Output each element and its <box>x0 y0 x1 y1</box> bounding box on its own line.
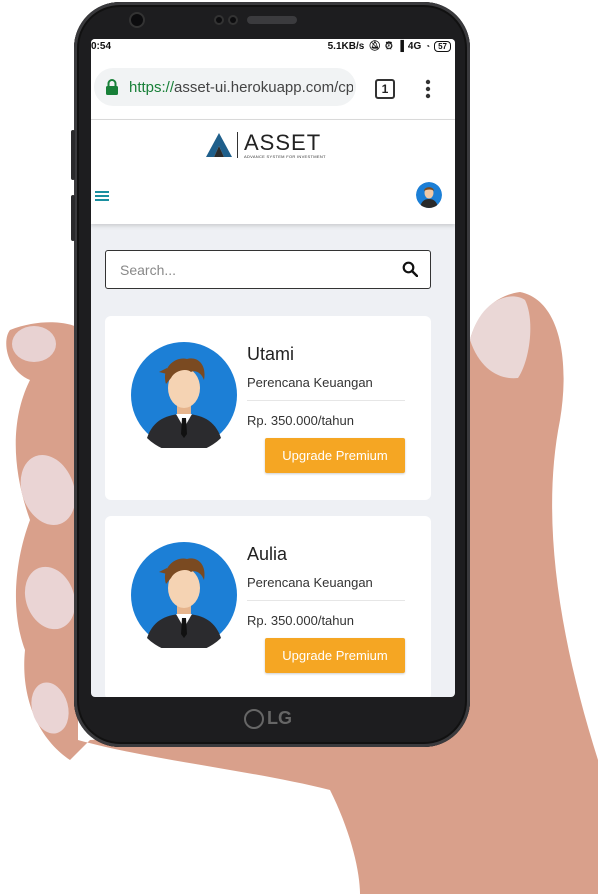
status-time: 0:54 <box>91 41 112 52</box>
planner-avatar <box>131 542 237 648</box>
phone-screen: 0:54 5.1KB/s 🔕︎ ⏰︎ ▐ 4G ◔ 57 https://ass… <box>91 39 455 697</box>
planner-role: Perencana Keuangan <box>247 375 373 390</box>
device-brand: LG <box>244 708 292 729</box>
wifi-icon: ◔ <box>425 42 431 51</box>
status-bar: 0:54 5.1KB/s 🔕︎ ⏰︎ ▐ 4G ◔ 57 <box>91 39 455 55</box>
url-text: https://asset-ui.herokuapp.com/cp <box>129 79 353 96</box>
user-avatar[interactable] <box>416 182 442 208</box>
planner-price: Rp. 350.000/tahun <box>247 413 354 428</box>
planner-avatar <box>131 342 237 448</box>
address-bar[interactable]: https://asset-ui.herokuapp.com/cp <box>94 68 356 106</box>
upgrade-premium-button[interactable]: Upgrade Premium <box>265 638 405 673</box>
signal-icon: ▐ <box>396 41 404 52</box>
search-input[interactable]: Search... <box>105 250 431 289</box>
logo-tagline: ADVANCE SYSTEM FOR INVESTMENT <box>244 154 326 159</box>
search-placeholder: Search... <box>120 262 177 278</box>
logo-mark-icon <box>206 133 232 157</box>
front-camera <box>131 14 143 26</box>
planner-role: Perencana Keuangan <box>247 575 373 590</box>
planner-card: Aulia Perencana Keuangan Rp. 350.000/tah… <box>105 516 431 697</box>
alarm-icon: ⏰︎ <box>385 41 393 52</box>
mute-icon: 🔕︎ <box>368 41 381 52</box>
sensor <box>216 17 222 23</box>
status-network: 4G <box>407 41 422 52</box>
planner-price: Rp. 350.000/tahun <box>247 613 354 628</box>
phone-side-button <box>71 130 75 180</box>
planner-name: Aulia <box>247 544 288 564</box>
more-options-icon[interactable] <box>425 79 431 99</box>
phone-side-button <box>71 195 75 241</box>
battery-icon: 57 <box>434 41 451 52</box>
planner-name: Utami <box>247 344 295 364</box>
tab-switcher-button[interactable]: 1 <box>375 79 395 99</box>
divider <box>247 400 405 401</box>
planner-card: Utami Perencana Keuangan Rp. 350.000/tah… <box>105 316 431 500</box>
browser-toolbar: https://asset-ui.herokuapp.com/cp 1 <box>91 55 455 120</box>
app-header: ASSET ADVANCE SYSTEM FOR INVESTMENT <box>91 120 455 224</box>
search-icon[interactable] <box>402 261 418 277</box>
divider <box>247 600 405 601</box>
sensor <box>230 17 236 23</box>
status-speed: 5.1KB/s <box>327 41 365 52</box>
asset-logo[interactable]: ASSET ADVANCE SYSTEM FOR INVESTMENT <box>205 132 326 159</box>
url-scheme: https:// <box>129 78 175 96</box>
url-host: asset-ui.herokuapp.com/cp <box>174 78 353 96</box>
brand-text: LG <box>267 708 292 728</box>
earpiece-speaker <box>247 16 297 24</box>
lg-logo-icon <box>244 708 264 729</box>
logo-name: ASSET <box>244 130 322 155</box>
upgrade-premium-button[interactable]: Upgrade Premium <box>265 438 405 473</box>
hamburger-menu-icon[interactable] <box>95 190 109 202</box>
lock-icon <box>106 79 118 95</box>
